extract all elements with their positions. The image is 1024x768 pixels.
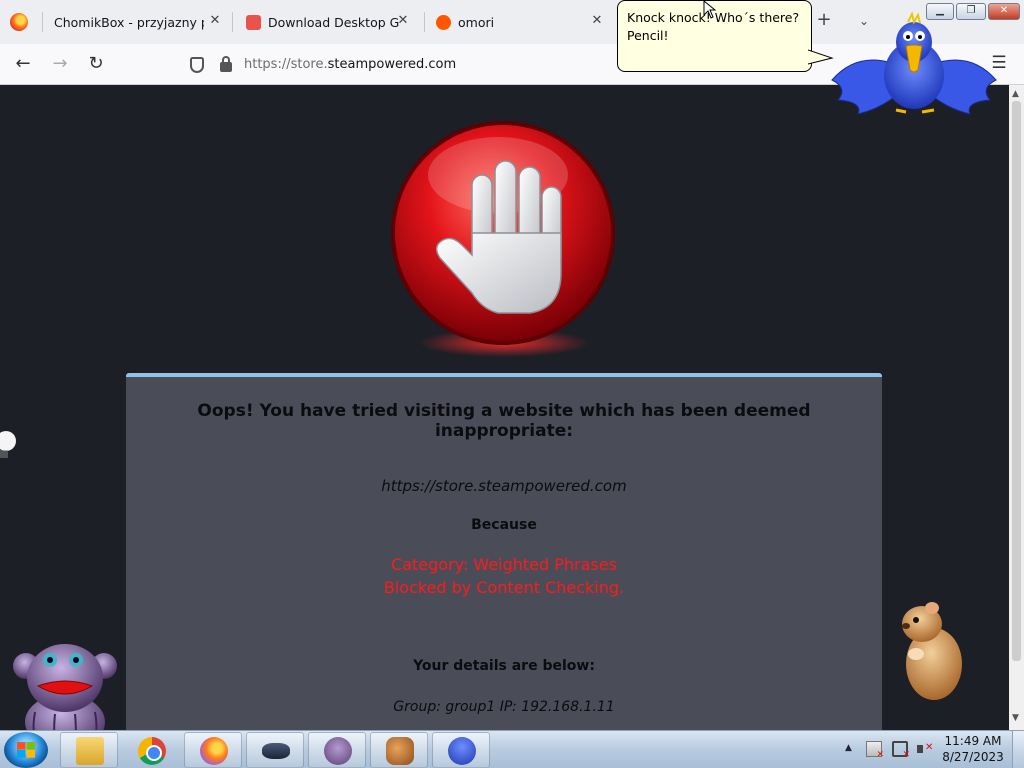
start-button[interactable] [4, 732, 48, 768]
blocked-url: https://store.steampowered.com [381, 477, 627, 495]
action-center-flag-icon[interactable] [866, 741, 884, 760]
hamster-pet-icon[interactable] [896, 598, 966, 702]
tab-separator [42, 12, 43, 32]
clock-date[interactable]: 8/27/2023 [940, 750, 1006, 764]
close-tab-icon[interactable]: ✕ [590, 14, 604, 28]
reddit-icon [436, 14, 451, 30]
squirrel-pet-icon [386, 737, 414, 765]
speech-line-2: Pencil! [627, 28, 669, 43]
back-button[interactable]: ← [13, 54, 33, 74]
tab-title: ChomikBox - przyjazny progr [54, 14, 204, 30]
block-message-panel: Oops! You have tried visiting a website … [126, 373, 882, 730]
taskbar-explorer-button[interactable] [60, 732, 118, 768]
tab-chomikbox[interactable]: ChomikBox - przyjazny progr ✕ [44, 4, 226, 40]
blocked-page-content: Oops! You have tried visiting a website … [0, 85, 1009, 730]
explorer-icon [76, 737, 104, 765]
block-reason-detail: Blocked by Content Checking. [383, 578, 625, 597]
firefox-icon [200, 737, 228, 765]
scroll-down-arrow-icon[interactable]: ▼ [1012, 713, 1019, 723]
scrollbar-thumb[interactable] [1012, 101, 1021, 661]
tab-separator [424, 12, 425, 32]
bird-pet-icon [448, 737, 476, 765]
ufo-pet-icon [262, 743, 290, 759]
lock-icon[interactable] [220, 56, 232, 72]
forward-button[interactable]: → [50, 54, 70, 74]
url-domain: steampowered.com [327, 57, 457, 72]
reload-button[interactable]: ↻ [86, 54, 106, 74]
mouse-cursor-icon [703, 0, 717, 19]
close-tab-icon[interactable]: ✕ [208, 14, 222, 28]
tab-download-desktop-goose[interactable]: Download Desktop Goose ✕ [238, 4, 414, 40]
monkey-pet-icon [324, 737, 352, 765]
taskbar-monkey-pet-button[interactable] [308, 732, 366, 768]
taskbar-chrome-button[interactable] [122, 732, 180, 768]
url-text[interactable]: https://store.steampowered.com [244, 57, 456, 72]
show-desktop-button[interactable] [1012, 731, 1024, 768]
show-hidden-icons-button[interactable]: ▲ [845, 743, 852, 753]
stop-hand-icon [391, 121, 615, 357]
network-icon[interactable] [892, 741, 910, 760]
tab-separator [232, 12, 233, 32]
because-label: Because [471, 517, 537, 533]
block-reason-category: Category: Weighted Phrases [391, 555, 617, 574]
firefox-icon[interactable] [10, 13, 28, 31]
scroll-up-arrow-icon[interactable]: ▲ [1012, 89, 1019, 99]
close-tab-icon[interactable]: ✕ [396, 14, 410, 28]
url-prefix: https://store. [244, 57, 328, 72]
taskbar: ▲ 11:49 AM 8/27/2023 [0, 730, 1024, 768]
tracking-protection-shield-icon[interactable] [190, 57, 204, 73]
taskbar-bird-pet-button[interactable] [432, 732, 490, 768]
volume-muted-icon[interactable] [917, 741, 933, 757]
taskbar-ufo-pet-button[interactable] [246, 732, 304, 768]
details-label: Your details are below: [413, 658, 595, 674]
block-heading: Oops! You have tried visiting a website … [197, 401, 811, 441]
desktop-pet-blob-icon[interactable] [0, 430, 16, 460]
page-scrollbar[interactable]: ▲ ▼ [1009, 85, 1024, 730]
blue-bird-pet-icon[interactable] [828, 10, 1000, 122]
desktop-screen: ChomikBox - przyjazny progr ✕ Download D… [0, 0, 1024, 768]
taskbar-squirrel-pet-button[interactable] [370, 732, 428, 768]
taskbar-firefox-button[interactable] [184, 732, 242, 768]
clock-time[interactable]: 11:49 AM [940, 734, 1006, 748]
tab-omori[interactable]: omori ✕ [430, 4, 608, 40]
chrome-icon [138, 737, 166, 765]
tab-title: omori [458, 14, 495, 30]
user-details: Group: group1 IP: 192.168.1.11 [393, 699, 615, 715]
goose-download-icon [246, 14, 261, 30]
tab-title: Download Desktop Goose [268, 14, 400, 30]
